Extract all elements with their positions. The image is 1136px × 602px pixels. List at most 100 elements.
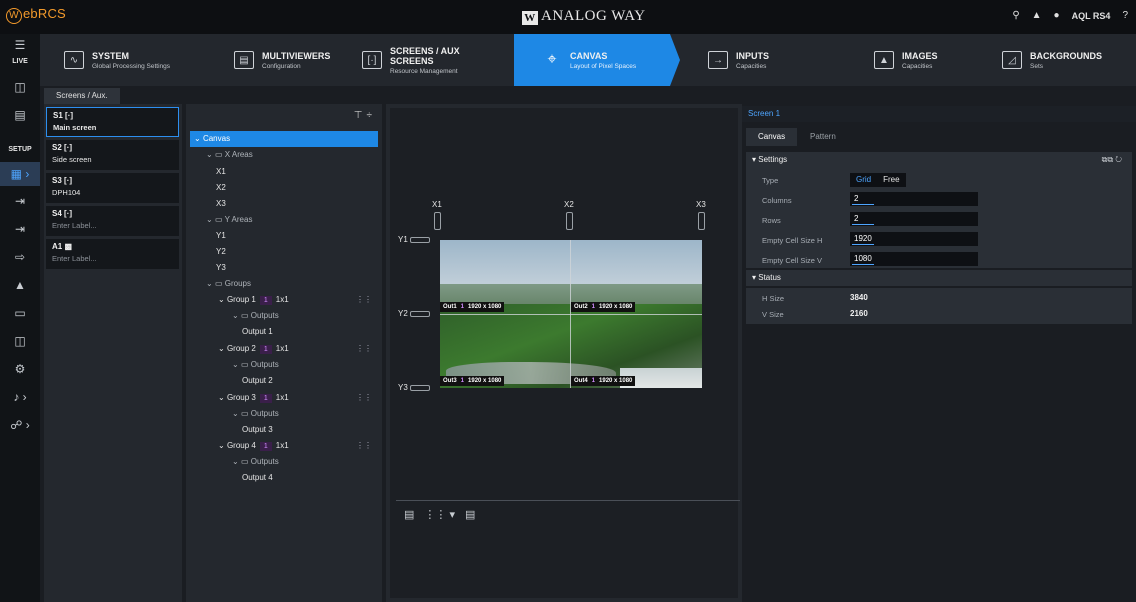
tree-node-y2[interactable]: Y2 <box>186 244 382 260</box>
drag-handle-icon[interactable]: ⋮⋮ <box>356 390 372 406</box>
output-label-2[interactable]: Out2 1 1920 x 1080 <box>571 302 636 312</box>
tab-canvas-props[interactable]: Canvas <box>746 128 798 146</box>
tree-node-y3[interactable]: Y3 <box>186 260 382 276</box>
drag-handle-icon[interactable]: ⋮⋮ <box>356 438 372 454</box>
copy-paste-reset-icons[interactable]: ⧉⧉ ↻ <box>1102 152 1122 168</box>
outputs-icon[interactable]: ⇥ <box>0 222 40 236</box>
y-area-handle[interactable] <box>410 237 430 243</box>
screen-icon: [·] <box>65 111 74 120</box>
panel-title: Screen 1 <box>742 106 1136 122</box>
tree-node-output-1[interactable]: Output 1 <box>186 324 382 340</box>
tree-node-x1[interactable]: X1 <box>186 164 382 180</box>
screen-icon: [·] <box>64 209 73 218</box>
grid-options-icon[interactable]: ⋮⋮ ▾ <box>424 508 455 521</box>
tree-node-y1[interactable]: Y1 <box>186 228 382 244</box>
tree-node-outputs[interactable]: ⌄ ▭ Outputs <box>186 454 382 470</box>
bell-icon[interactable]: ▲ <box>1032 10 1042 21</box>
arrow-in-icon[interactable]: ⇨ <box>0 250 40 264</box>
drag-handle-icon[interactable]: ⋮⋮ <box>356 292 372 308</box>
user-name[interactable]: AQL RS4 <box>1072 11 1111 21</box>
canvas-tree: ⊤÷ ⌄ Canvas ⌄ ▭ X Areas X1 X2 X3 ⌄ ▭ Y A… <box>186 104 382 602</box>
screen-item-s1[interactable]: S1 [·] Main screen <box>46 107 179 137</box>
folder-icon: ▭ <box>240 409 249 418</box>
tree-node-output-4[interactable]: Output 4 <box>186 470 382 486</box>
x-area-handle[interactable] <box>566 212 573 230</box>
canvas-background-image[interactable]: Out1 1 1920 x 1080 Out2 1 1920 x 1080 Out3 1 1… <box>440 240 702 388</box>
y-marker-label: Y3 <box>398 383 408 392</box>
app-logo[interactable]: WebRCS <box>6 6 66 24</box>
type-free-option[interactable]: Free <box>877 173 906 187</box>
folder-icon[interactable]: ▭ <box>0 306 40 320</box>
drag-handle-icon[interactable]: ⋮⋮ <box>356 341 372 357</box>
screen-item-s4[interactable]: S4 [·] Enter Label... <box>46 206 179 236</box>
rows-field[interactable]: 2 <box>850 212 978 226</box>
layers-icon[interactable]: ◫ <box>0 334 40 348</box>
tab-pattern[interactable]: Pattern <box>798 128 848 146</box>
tab-backgrounds[interactable]: ◿ BACKGROUNDS Sets <box>1002 34 1102 86</box>
info-icon[interactable]: ● <box>1054 10 1060 21</box>
tab-system[interactable]: ∿ SYSTEM Global Processing Settings <box>64 34 170 86</box>
type-grid-option[interactable]: Grid <box>850 173 878 187</box>
tree-node-groups[interactable]: ⌄ ▭ Groups <box>186 276 382 292</box>
gear-icon[interactable]: ⚙ <box>0 362 40 376</box>
tree-node-y-areas[interactable]: ⌄ ▭ Y Areas <box>186 212 382 228</box>
properties-panel: Screen 1 Canvas Pattern ▾ Settings ⧉⧉ ↻ T… <box>742 104 1136 602</box>
tab-screens-aux[interactable]: [·] SCREENS / AUX SCREENS Resource Managem… <box>362 34 460 86</box>
tab-screens-aux-list[interactable]: Screens / Aux. <box>44 88 120 104</box>
empty-cell-size-v-field[interactable]: 1080 <box>850 252 978 266</box>
v-size-value: 2160 <box>850 309 868 318</box>
tab-multiviewers[interactable]: ▤ MULTIVIEWERS Configuration <box>234 34 330 86</box>
output-label-3[interactable]: Out3 1 1920 x 1080 <box>440 376 505 386</box>
search-icon[interactable]: ⚲ <box>1012 10 1019 21</box>
help-icon[interactable]: ? <box>1122 10 1128 21</box>
empty-cell-size-h-field[interactable]: 1920 <box>850 232 978 246</box>
tree-node-group-4[interactable]: ⌄ Group 4 1 1x1 ⋮⋮ <box>186 438 382 454</box>
y-marker-label: Y1 <box>398 235 408 244</box>
output-label-1[interactable]: Out1 1 1920 x 1080 <box>440 302 505 312</box>
tree-node-x-areas[interactable]: ⌄ ▭ X Areas <box>186 147 382 163</box>
y-area-handle[interactable] <box>410 385 430 391</box>
multiviewer-icon[interactable]: ▤ <box>0 108 40 122</box>
screen-item-a1[interactable]: A1 ▩ Enter Label... <box>46 239 179 269</box>
screen-icon[interactable]: ◫ <box>0 80 40 94</box>
tab-inputs[interactable]: → INPUTS Capacities <box>708 34 769 86</box>
network-icon[interactable]: ☍ › <box>0 418 40 432</box>
status-header[interactable]: ▾ Status <box>746 270 1132 286</box>
tab-images[interactable]: ▲ IMAGES Capacities <box>874 34 938 86</box>
menu-icon[interactable]: ☰ <box>0 38 40 52</box>
tree-node-x2[interactable]: X2 <box>186 180 382 196</box>
collapse-all-icon[interactable]: ⊤ <box>354 110 367 121</box>
canvas-area: X1 X2 X3 Y1 Y2 Y3 Out1 1 1920 x 1080 Out2 1… <box>390 108 740 598</box>
tree-node-group-1[interactable]: ⌄ Group 1 1 1x1 ⋮⋮ <box>186 292 382 308</box>
left-rail: ☰ LIVE ◫ ▤ SETUP ▦ › ⇥ ⇥ ⇨ ▲ ▭ ◫ ⚙ ♪ › ☍… <box>0 34 40 602</box>
tree-node-group-2[interactable]: ⌄ Group 2 1 1x1 ⋮⋮ <box>186 341 382 357</box>
tree-node-outputs[interactable]: ⌄ ▭ Outputs <box>186 308 382 324</box>
screen-icon: [·] <box>64 143 73 152</box>
sub-bar: Screens / Aux. <box>40 86 1136 104</box>
audio-icon[interactable]: ♪ › <box>0 390 40 404</box>
columns-field[interactable]: 2 <box>850 192 978 206</box>
x-area-handle[interactable] <box>698 212 705 230</box>
inputs-icon[interactable]: ⇥ <box>0 194 40 208</box>
image-icon[interactable]: ▲ <box>0 278 40 292</box>
tree-node-output-3[interactable]: Output 3 <box>186 422 382 438</box>
x-area-handle[interactable] <box>434 212 441 230</box>
canvas-setup-icon[interactable]: ▦ › <box>0 162 40 186</box>
tree-node-outputs[interactable]: ⌄ ▭ Outputs <box>186 357 382 373</box>
layout-icon[interactable]: ▤ <box>465 508 475 521</box>
folder-icon: ▭ <box>240 360 249 369</box>
multiviewer-tab-icon: ▤ <box>234 51 254 69</box>
tree-node-group-3[interactable]: ⌄ Group 3 1 1x1 ⋮⋮ <box>186 390 382 406</box>
screen-item-s3[interactable]: S3 [·] DPH104 <box>46 173 179 203</box>
settings-header[interactable]: ▾ Settings ⧉⧉ ↻ <box>746 152 1132 168</box>
label-toggle-icon[interactable]: ▤ <box>404 508 414 521</box>
tree-node-x3[interactable]: X3 <box>186 196 382 212</box>
y-area-handle[interactable] <box>410 311 430 317</box>
output-label-4[interactable]: Out4 1 1920 x 1080 <box>571 376 636 386</box>
tree-node-canvas[interactable]: ⌄ Canvas <box>190 131 378 147</box>
tree-node-output-2[interactable]: Output 2 <box>186 373 382 389</box>
tab-canvas[interactable]: ⌖ CANVAS Layout of Pixel Spaces <box>514 34 670 86</box>
expand-all-icon[interactable]: ÷ <box>367 110 377 121</box>
screen-item-s2[interactable]: S2 [·] Side screen <box>46 140 179 170</box>
tree-node-outputs[interactable]: ⌄ ▭ Outputs <box>186 406 382 422</box>
